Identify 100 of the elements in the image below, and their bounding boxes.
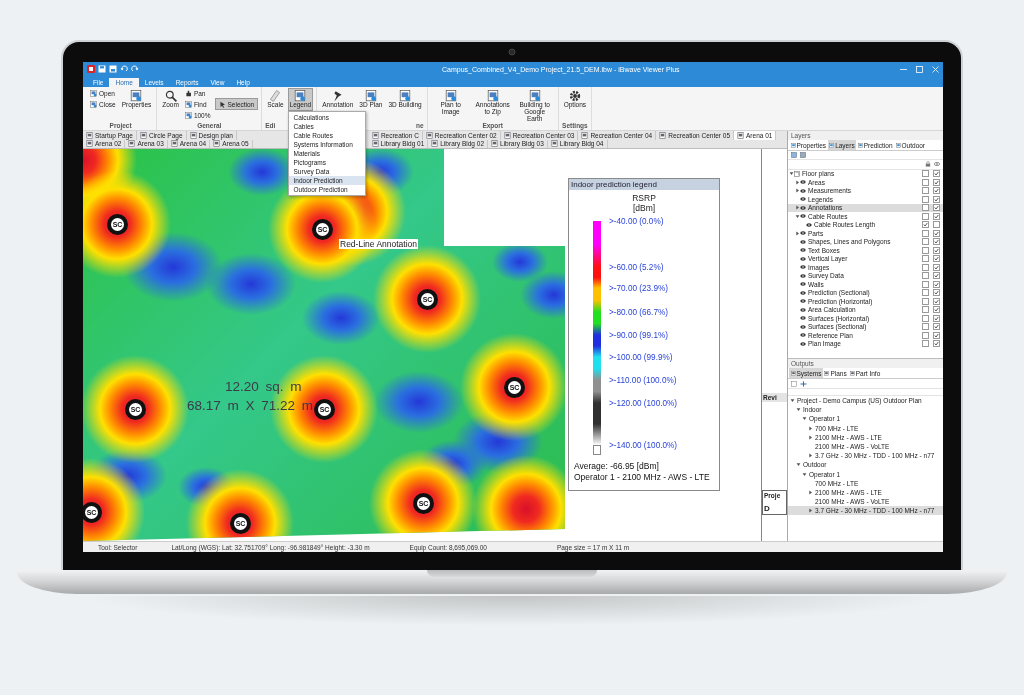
page-icon [213, 140, 221, 148]
page-icon [170, 140, 178, 148]
checkbox[interactable] [922, 289, 929, 297]
app-logo-icon [87, 65, 95, 73]
document-icon [130, 90, 143, 102]
checkbox[interactable] [933, 246, 940, 254]
legend-entry: >-140.00 (100.0%) [609, 440, 678, 450]
legend-entry: >-120.00 (100.0%) [609, 398, 678, 408]
checkbox[interactable] [933, 314, 940, 322]
checkbox[interactable] [922, 323, 929, 331]
legend-entry: >-110.00 (100.0%) [609, 375, 677, 385]
checkbox[interactable] [922, 221, 929, 229]
tab-icon [849, 370, 855, 376]
checkbox[interactable] [922, 314, 929, 322]
area-dimensions: 68.17 m X 71.22 m [187, 398, 314, 413]
checkbox[interactable] [933, 272, 940, 280]
floor-plan-icon [794, 170, 800, 177]
checkbox[interactable] [922, 331, 929, 339]
document-icon [486, 90, 499, 102]
undo-icon [120, 65, 128, 73]
checkbox[interactable] [922, 272, 929, 280]
document-icon [399, 90, 412, 102]
checkbox[interactable] [933, 297, 940, 305]
legend-entry: >-60.00 (5.2%) [609, 262, 664, 272]
checkbox[interactable] [933, 170, 940, 178]
checkbox[interactable] [922, 170, 929, 178]
hand-icon [184, 89, 192, 97]
document-icon [294, 90, 307, 102]
checkbox[interactable] [922, 297, 929, 305]
page-icon [491, 140, 499, 148]
page-icon [128, 140, 136, 148]
ruler-icon [269, 90, 282, 102]
maximize-icon [916, 65, 923, 73]
legend-average: Average: -66.95 [dBm] [574, 461, 659, 472]
pin-icon [331, 90, 344, 102]
checkbox[interactable] [922, 340, 929, 348]
document-icon [444, 90, 457, 102]
document-icon [90, 100, 97, 108]
legend-entry: >-70.00 (23.9%) [609, 283, 668, 293]
checkbox[interactable] [922, 178, 929, 186]
checkbox[interactable] [933, 187, 940, 195]
lock-icon [925, 161, 931, 168]
checkbox[interactable] [922, 263, 929, 271]
tab-icon [790, 370, 796, 376]
tab-icon [857, 142, 863, 148]
checkbox[interactable] [933, 238, 940, 246]
plus-icon [800, 380, 807, 387]
legend-operator: Operator 1 - 2100 MHz - AWS - LTE [574, 472, 710, 483]
checkbox[interactable] [922, 229, 929, 237]
save-all-icon [109, 65, 117, 73]
area-size: 12.20 sq. m [225, 379, 302, 394]
checkbox[interactable] [922, 280, 929, 288]
checkbox[interactable] [922, 238, 929, 246]
checkbox[interactable] [933, 195, 940, 203]
legend-entry: >-90.00 (99.1%) [609, 330, 668, 340]
search-icon [164, 90, 177, 102]
checkbox[interactable] [922, 306, 929, 314]
checkbox[interactable] [922, 246, 929, 254]
checkbox[interactable] [933, 306, 940, 314]
legend-unit: [dBm] [632, 203, 656, 213]
checkbox[interactable] [922, 187, 929, 195]
checkbox[interactable] [922, 212, 929, 220]
checkbox[interactable] [922, 204, 929, 212]
checkbox[interactable] [933, 331, 940, 339]
checkbox[interactable] [933, 323, 940, 331]
cursor-icon [218, 100, 226, 108]
checkbox[interactable] [922, 195, 929, 203]
checkbox[interactable] [933, 263, 940, 271]
checkbox[interactable] [933, 178, 940, 186]
checkbox[interactable] [933, 255, 940, 263]
save-icon [98, 65, 106, 73]
checkbox[interactable] [933, 340, 940, 348]
tab-icon [824, 370, 830, 376]
legend-entry: >-100.00 (99.9%) [609, 352, 673, 362]
box-text: D [764, 504, 771, 513]
grid-icon [791, 152, 797, 158]
checkbox[interactable] [933, 229, 940, 237]
checkbox[interactable] [933, 289, 940, 297]
annotation-label: Red-Line Annotation [339, 239, 419, 249]
redo-icon [131, 65, 139, 73]
close-icon [932, 65, 939, 73]
checkbox[interactable] [933, 280, 940, 288]
document-icon [364, 90, 377, 102]
page-icon [550, 140, 558, 148]
legend-title: Indoor prediction legend [569, 179, 719, 190]
eye-icon [934, 161, 940, 168]
checkbox[interactable] [933, 221, 940, 229]
document-icon [184, 111, 192, 119]
legend-entry: >-40.00 (0.0%) [609, 216, 664, 226]
document-icon [528, 90, 541, 102]
checkbox[interactable] [922, 255, 929, 263]
camera-icon [508, 48, 516, 56]
settings-icon [568, 90, 581, 102]
checkbox[interactable] [933, 212, 940, 220]
checkbox[interactable] [933, 204, 940, 212]
list-icon [800, 152, 806, 158]
document-icon [184, 100, 192, 108]
legend-metric: RSRP [632, 193, 656, 203]
tab-icon [829, 142, 835, 148]
tab-icon [895, 142, 901, 148]
